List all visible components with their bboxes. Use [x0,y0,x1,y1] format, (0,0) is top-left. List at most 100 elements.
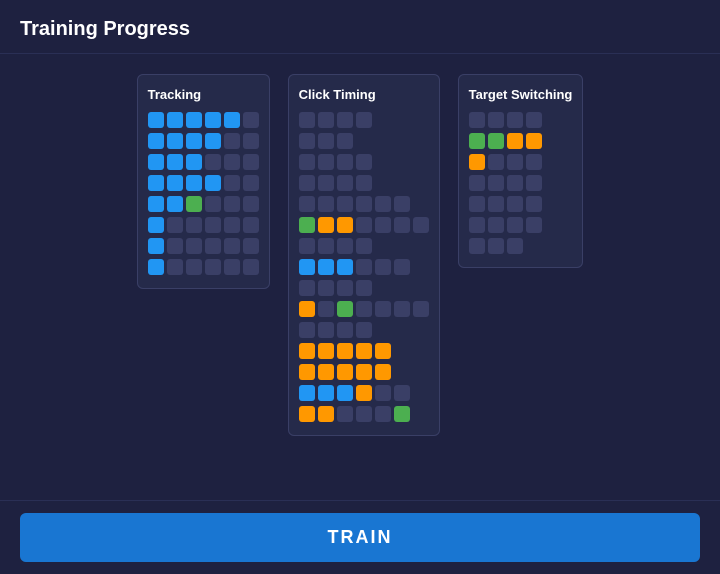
grid-row [469,217,573,233]
cell [148,238,164,254]
grid-row [469,238,573,254]
cell [243,112,259,128]
cell [356,406,372,422]
cell [337,280,353,296]
cell [469,175,485,191]
cell [394,217,410,233]
cell [469,133,485,149]
cell [375,385,391,401]
cell [148,217,164,233]
cell [205,175,221,191]
cell [375,301,391,317]
tracking-panel-title: Tracking [148,87,259,102]
cell [375,343,391,359]
cell [507,154,523,170]
cell [205,133,221,149]
cell [356,112,372,128]
cell [507,217,523,233]
cell [205,217,221,233]
cell [148,154,164,170]
cell [318,343,334,359]
cell [299,343,315,359]
cell [394,301,410,317]
cell [318,175,334,191]
grid-row [148,217,259,233]
grid-row [469,196,573,212]
cell [356,322,372,338]
cell [469,217,485,233]
cell [148,196,164,212]
grid-row [299,112,429,128]
cell [507,112,523,128]
grid-row [148,175,259,191]
cell [469,112,485,128]
cell [507,196,523,212]
cell [318,406,334,422]
grid-row [299,133,429,149]
cell [337,259,353,275]
cell [224,133,240,149]
grid-row [148,154,259,170]
grid-row [148,238,259,254]
click-timing-panel-title: Click Timing [299,87,429,102]
cell [167,259,183,275]
cell [356,364,372,380]
train-button[interactable]: TRAIN [20,513,700,562]
cell [337,154,353,170]
footer: TRAIN [0,500,720,574]
cell [243,154,259,170]
cell [243,196,259,212]
cell [299,280,315,296]
grid-row [469,133,573,149]
cell [224,154,240,170]
cell [337,133,353,149]
main-content: Tracking [0,54,720,500]
cell [186,259,202,275]
cell [526,154,542,170]
cell [243,175,259,191]
cell [337,196,353,212]
grid-row [299,259,429,275]
cell [375,259,391,275]
cell [167,175,183,191]
cell [318,217,334,233]
cell [205,196,221,212]
cell [375,364,391,380]
cell [148,175,164,191]
cell [375,406,391,422]
cell [167,133,183,149]
cell [375,217,391,233]
cell [299,259,315,275]
cell [488,133,504,149]
cell [356,238,372,254]
cell [413,217,429,233]
grid-row [299,154,429,170]
cell [224,175,240,191]
cell [224,259,240,275]
cell [469,154,485,170]
cell [356,259,372,275]
target-switching-panel-title: Target Switching [469,87,573,102]
cell [488,112,504,128]
cell [356,280,372,296]
cell [186,217,202,233]
cell [488,196,504,212]
grid-row [148,259,259,275]
cell [337,175,353,191]
cell [299,217,315,233]
cell [318,364,334,380]
cell [299,196,315,212]
cell [205,238,221,254]
cell [243,259,259,275]
grid-row [299,322,429,338]
cell [507,175,523,191]
cell [394,406,410,422]
cell [394,259,410,275]
cell [224,238,240,254]
cell [356,385,372,401]
cell [337,406,353,422]
cell [394,196,410,212]
cell [186,196,202,212]
cell [526,196,542,212]
cell [356,196,372,212]
